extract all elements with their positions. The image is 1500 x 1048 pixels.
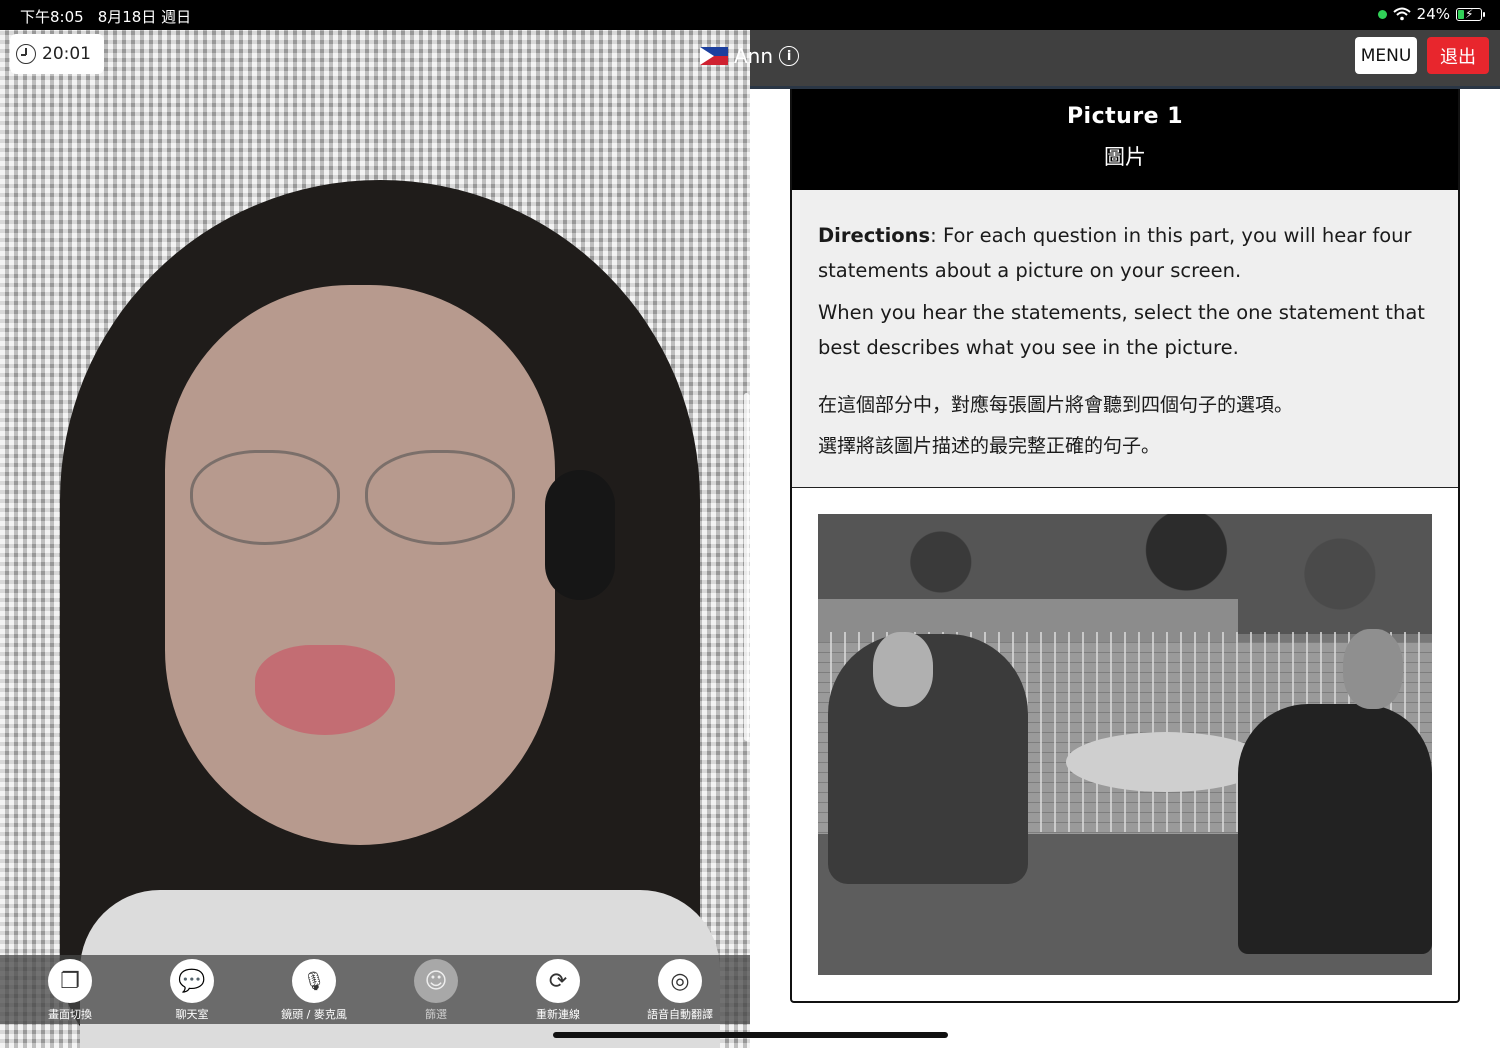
info-icon[interactable]: i <box>779 46 800 66</box>
app-root: 下午8:05 8月18日 週日 24% ⚡ 20:01 Ann i MENU 退… <box>0 0 1500 1048</box>
teacher-info[interactable]: Ann i <box>700 44 800 68</box>
student-video-feed <box>0 30 750 1048</box>
timer-value: 20:01 <box>42 44 91 64</box>
directions-box: Directions: For each question in this pa… <box>792 190 1458 488</box>
question-title: Picture 1 <box>1066 104 1184 129</box>
status-time: 下午8:05 <box>20 8 84 26</box>
question-picture <box>818 514 1432 975</box>
auto-translate-button[interactable]: ◎ 語音自動翻譯 <box>635 959 725 1022</box>
camera-mic-button[interactable]: 🎙 鏡頭 / 麥克風 <box>269 959 359 1022</box>
wifi-icon <box>1392 7 1411 21</box>
filter-icon: ☺ <box>414 959 458 1003</box>
directions-zh-2: 選擇將該圖片描述的最完整正確的句子。 <box>818 435 1161 457</box>
directions-label: Directions <box>818 224 931 247</box>
chat-button[interactable]: 💬 聊天室 <box>147 959 237 1022</box>
filter-button[interactable]: ☺ 篩選 <box>391 959 481 1022</box>
status-bar: 下午8:05 8月18日 週日 24% ⚡ <box>0 0 1500 30</box>
session-timer: 20:01 <box>10 34 104 74</box>
directions-en-1: Directions: For each question in this pa… <box>818 224 1412 282</box>
reconnect-button[interactable]: ⟳ 重新連線 <box>513 959 603 1022</box>
switch-screen-button[interactable]: ❐ 畫面切換 <box>25 959 115 1022</box>
exit-button[interactable]: 退出 <box>1427 37 1489 74</box>
headset <box>545 470 615 600</box>
camera-mic-icon: 🎙 <box>292 959 336 1003</box>
status-date: 8月18日 週日 <box>97 8 192 26</box>
directions-zh-1: 在這個部分中，對應每張圖片將會聽到四個句子的選項。 <box>818 394 1294 416</box>
video-toolbar: ❐ 畫面切換 💬 聊天室 🎙 鏡頭 / 麥克風 ☺ 篩選 ⟳ 重新連線 ◎ 語音… <box>0 955 750 1024</box>
directions-en-2: When you hear the statements, select the… <box>818 301 1425 359</box>
chat-icon: 💬 <box>170 959 214 1003</box>
camera-active-indicator-icon <box>1377 9 1387 19</box>
question-header: Picture 1 圖片 <box>792 89 1458 190</box>
battery-icon: ⚡ <box>1456 7 1485 21</box>
menu-button[interactable]: MENU <box>1355 37 1417 74</box>
teacher-name: Ann <box>734 44 774 68</box>
clock-icon <box>16 44 36 64</box>
home-indicator[interactable] <box>553 1032 948 1038</box>
reconnect-icon: ⟳ <box>536 959 580 1003</box>
battery-percent: 24% <box>1416 5 1450 23</box>
philippines-flag-icon <box>700 47 728 65</box>
switch-screen-icon: ❐ <box>48 959 92 1003</box>
globe-icon: ◎ <box>658 959 702 1003</box>
scrollbar[interactable] <box>744 393 749 741</box>
question-subtitle: 圖片 <box>1104 145 1146 169</box>
question-card: Picture 1 圖片 Directions: For each questi… <box>790 89 1460 1003</box>
